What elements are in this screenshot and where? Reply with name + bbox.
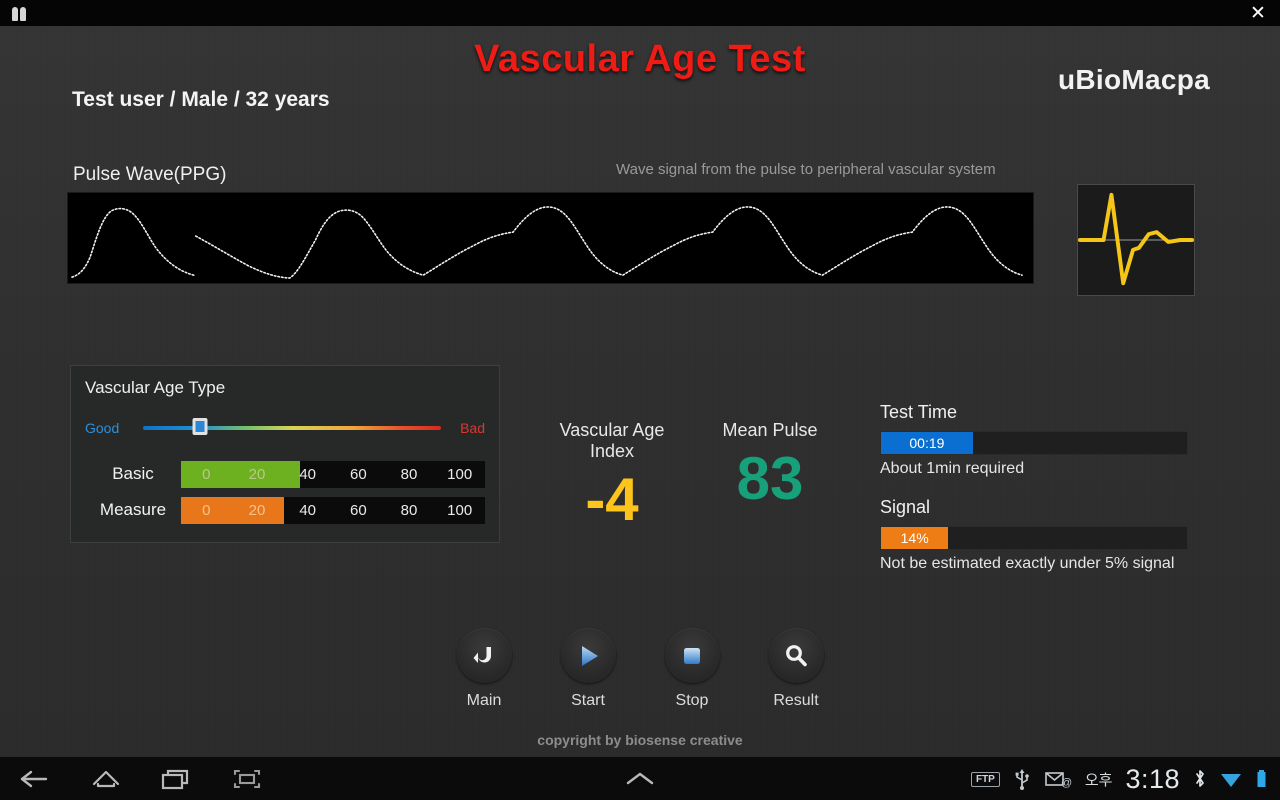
battery-icon[interactable]	[1255, 768, 1268, 790]
main-button-circle[interactable]	[456, 628, 512, 683]
email-icon-svg: @	[1045, 772, 1072, 789]
tick: 20	[248, 501, 266, 519]
start-button-label: Start	[571, 692, 605, 709]
scale-row-measure: Measure 0 20 40 60 80 100	[85, 496, 485, 524]
mean-pulse-block: Mean Pulse 83	[700, 420, 840, 510]
tick: 40	[299, 465, 317, 483]
magnifier-icon	[786, 644, 807, 666]
battery-icon-svg	[1257, 770, 1266, 787]
test-time-progress-fill: 00:19	[881, 432, 973, 454]
apg-waveform-chart	[1077, 184, 1195, 296]
test-time-progress: 00:19	[880, 431, 1188, 455]
mean-pulse-value: 83	[736, 445, 804, 512]
panel-title: Vascular Age Type	[85, 378, 226, 397]
tick: 80	[400, 465, 418, 483]
user-info: Test user / Male / 32 years	[72, 88, 330, 111]
slider-bad-label: Bad	[460, 420, 485, 436]
wifi-icon-svg	[1221, 774, 1241, 787]
stop-button-circle[interactable]	[664, 628, 720, 683]
signal-note: Not be estimated exactly under 5% signal	[880, 555, 1175, 572]
control-bar: Main Start Stop Result	[0, 628, 1280, 710]
vascular-age-index-value: -4	[585, 466, 639, 533]
android-status-bar: ✕	[0, 0, 1280, 26]
main-button[interactable]: Main	[444, 628, 524, 710]
slider-thumb[interactable]	[192, 418, 208, 435]
scale-label-measure: Measure	[99, 500, 167, 519]
slider-track	[143, 426, 441, 430]
slider-good-label: Good	[85, 420, 120, 436]
tick: 0	[202, 501, 211, 519]
play-icon	[582, 645, 598, 666]
slider-track-wrap[interactable]	[143, 417, 441, 439]
wifi-icon[interactable]	[1220, 769, 1242, 789]
ppg-waveform-svg	[71, 206, 1023, 279]
start-button[interactable]: Start	[548, 628, 628, 710]
vascular-age-slider[interactable]: Good Bad	[85, 414, 485, 442]
email-icon[interactable]: @	[1044, 768, 1072, 790]
chevron-up-icon	[626, 772, 654, 785]
ppg-caption: Wave signal from the pulse to peripheral…	[616, 161, 996, 178]
ftp-icon[interactable]: FTP	[970, 771, 1000, 787]
ppg-waveform-chart	[67, 192, 1034, 284]
mean-pulse-label: Mean Pulse	[722, 420, 818, 440]
tick: 40	[299, 501, 317, 519]
start-button-circle[interactable]	[560, 628, 616, 683]
main-button-label: Main	[466, 692, 502, 709]
tick: 60	[350, 465, 367, 483]
usb-icon-svg	[1015, 769, 1029, 790]
signal-group: Signal 14% Not be estimated exactly unde…	[880, 497, 1190, 573]
android-nav-bar: FTP @ 오후 3:18	[0, 756, 1280, 800]
usb-icon[interactable]	[1013, 767, 1031, 791]
scale-ticks-measure: 0 20 40 60 80 100	[181, 497, 485, 524]
status-block: Test Time 00:19 About 1min required Sign…	[880, 402, 1190, 573]
result-button-label: Result	[773, 692, 819, 709]
tick: 0	[202, 465, 211, 483]
app-icon	[12, 5, 30, 21]
apg-waveform-svg	[1078, 192, 1194, 286]
stop-square-icon	[684, 647, 700, 664]
svg-text:@: @	[1061, 777, 1072, 789]
app-window: Vascular Age Test uBioMacpa Test user / …	[0, 26, 1280, 756]
test-time-note: About 1min required	[880, 460, 1025, 477]
signal-progress-fill: 14%	[881, 527, 949, 549]
tick: 100	[447, 501, 473, 519]
signal-label: Signal	[880, 497, 931, 517]
tick: 100	[447, 465, 473, 483]
back-arrow-icon	[473, 646, 491, 663]
result-button-circle[interactable]	[768, 628, 824, 683]
clock-time: 3:18	[1125, 763, 1180, 794]
vascular-age-index-block: Vascular Age Index -4	[536, 420, 688, 531]
vascular-age-type-panel: Vascular Age Type Good Bad Basic 0 20 40…	[70, 365, 500, 543]
scale-row-basic: Basic 0 20 40 60 80 100	[85, 460, 485, 488]
clock-ampm: 오후	[1084, 771, 1113, 789]
scale-ticks-basic: 0 20 40 60 80 100	[181, 461, 485, 488]
vascular-age-index-label: Vascular Age Index	[559, 420, 665, 461]
scale-label-basic: Basic	[112, 464, 154, 483]
nav-expand-button[interactable]	[622, 768, 658, 790]
bluetooth-icon[interactable]	[1193, 768, 1207, 790]
scale-bar-basic: 0 20 40 60 80 100	[181, 460, 485, 488]
tick: 60	[350, 501, 367, 519]
tick: 20	[248, 465, 266, 483]
result-button[interactable]: Result	[756, 628, 836, 710]
ppg-label: Pulse Wave(PPG)	[73, 164, 227, 185]
scale-bar-measure: 0 20 40 60 80 100	[181, 496, 485, 524]
bluetooth-icon-svg	[1196, 770, 1204, 787]
brand-logo: uBioMacpa	[1057, 64, 1210, 95]
tick: 80	[400, 501, 418, 519]
nav-right-group: FTP @ 오후 3:18	[970, 757, 1268, 800]
signal-progress: 14%	[880, 526, 1188, 550]
close-icon[interactable]: ✕	[1246, 2, 1270, 24]
signal-value: 14%	[900, 530, 929, 546]
test-time-value: 00:19	[909, 435, 945, 451]
stop-button-label: Stop	[675, 692, 709, 709]
test-time-label: Test Time	[880, 402, 958, 422]
stop-button[interactable]: Stop	[652, 628, 732, 710]
copyright-text: copyright by biosense creative	[537, 732, 743, 748]
